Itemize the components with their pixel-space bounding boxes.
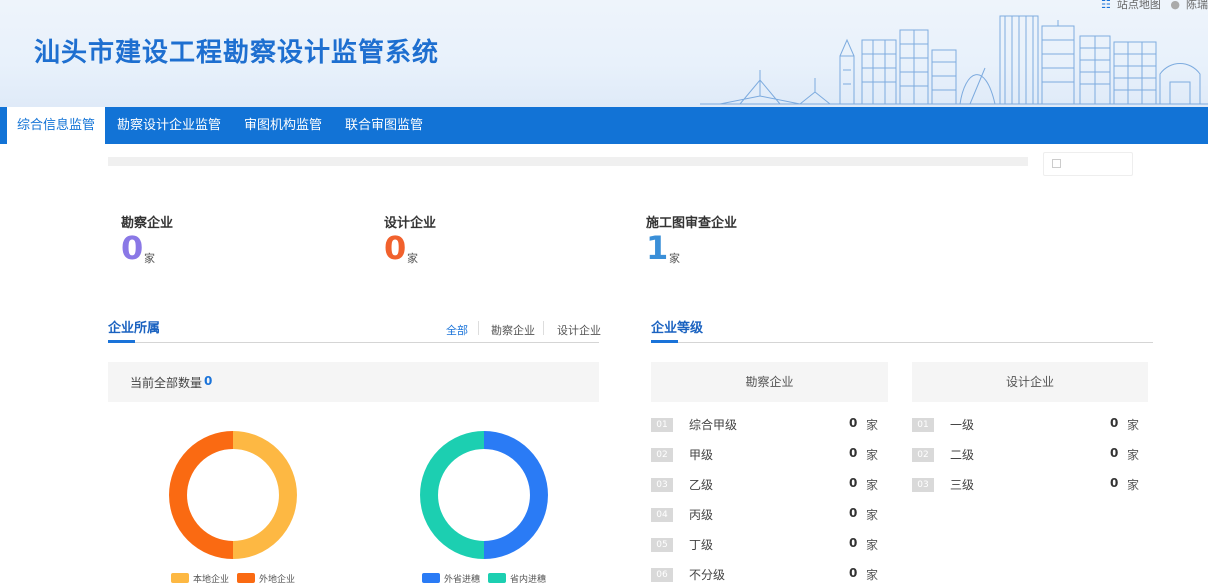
stat-design-value: 0 — [384, 229, 407, 267]
grade-index-badge: 05 — [651, 538, 673, 552]
grade-unit: 家 — [1127, 478, 1140, 492]
stat-review-value: 1 — [646, 229, 669, 267]
grade-index-badge: 02 — [651, 448, 673, 462]
stat-survey-value: 0 — [121, 229, 144, 267]
calendar-icon — [1052, 159, 1061, 168]
filter-all[interactable]: 全部 — [446, 322, 468, 338]
affiliation-title: 企业所属 — [108, 321, 161, 336]
grade-count: 0 — [849, 536, 858, 550]
nav-item-review-agency[interactable]: 审图机构监管 — [244, 107, 322, 144]
grade-unit: 家 — [866, 508, 879, 522]
legend-swatch-in-province — [488, 573, 506, 583]
header-banner: 汕头市建设工程勘察设计监管系统 ☷ 站点地图 ● 陈瑞 — [0, 0, 1208, 107]
grade-unit: 家 — [1127, 418, 1140, 432]
legend-label-local: 本地企业 — [193, 575, 230, 585]
grade-name: 三级 — [950, 478, 975, 492]
grade-count: 0 — [1110, 416, 1119, 430]
affiliation-divider — [108, 342, 599, 343]
grades-accent — [651, 340, 678, 343]
main-nav: 综合信息监管 勘察设计企业监管 审图机构监管 联合审图监管 — [0, 107, 1208, 144]
donut-slice-1-0[interactable] — [483, 431, 548, 559]
grade-name: 丙级 — [689, 508, 714, 522]
grade-unit: 家 — [1127, 448, 1140, 462]
grade-name: 甲级 — [689, 448, 714, 462]
filter-bar — [108, 157, 1028, 166]
grades-divider — [651, 342, 1153, 343]
grades-title: 企业等级 — [651, 321, 704, 336]
site-title: 汕头市建设工程勘察设计监管系统 — [34, 38, 440, 68]
grade-row: 03 乙级 0 家 — [651, 476, 891, 496]
legend-label-external: 外地企业 — [259, 575, 296, 585]
nav-item-joint-review[interactable]: 联合审图监管 — [345, 107, 423, 144]
filter-survey[interactable]: 勘察企业 — [491, 322, 535, 338]
nav-item-overview[interactable]: 综合信息监管 — [7, 107, 105, 144]
nav-item-enterprise[interactable]: 勘察设计企业监管 — [117, 107, 221, 144]
filter-separator — [478, 321, 479, 335]
total-count-box: 当前全部数量 0 — [108, 362, 599, 402]
grade-name: 综合甲级 — [689, 418, 738, 432]
donut-slice-1-1[interactable] — [420, 431, 485, 559]
grade-name: 不分级 — [689, 568, 726, 582]
grade-count: 0 — [849, 506, 858, 520]
grade-count: 0 — [849, 416, 858, 430]
grade-unit: 家 — [866, 478, 879, 492]
grade-index-badge: 02 — [912, 448, 934, 462]
grade-unit: 家 — [866, 448, 879, 462]
grade-index-badge: 01 — [651, 418, 673, 432]
donut-slice-0-0[interactable] — [232, 431, 297, 559]
grade-row: 05 丁级 0 家 — [651, 536, 891, 556]
grade-unit: 家 — [866, 538, 879, 552]
grade-count: 0 — [849, 476, 858, 490]
grade-index-badge: 03 — [912, 478, 934, 492]
donut-slice-0-1[interactable] — [169, 431, 234, 559]
inbound-origin-donut — [420, 431, 548, 559]
grade-row: 01 综合甲级 0 家 — [651, 416, 891, 436]
grade-index-badge: 06 — [651, 568, 673, 582]
legend-label-other-province: 外省进穗 — [444, 575, 481, 585]
grade-count: 0 — [849, 566, 858, 580]
total-count-label: 当前全部数量 — [130, 376, 203, 390]
stat-review-unit: 家 — [669, 252, 680, 265]
grade-count: 0 — [1110, 446, 1119, 460]
grade-row: 06 不分级 0 家 — [651, 566, 891, 586]
grade-row: 03 三级 0 家 — [912, 476, 1152, 496]
grade-row: 04 丙级 0 家 — [651, 506, 891, 526]
affiliation-accent — [108, 340, 135, 343]
local-vs-external-donut — [169, 431, 297, 559]
survey-grade-heading: 勘察企业 — [651, 362, 888, 402]
grade-count: 0 — [849, 446, 858, 460]
grade-row: 02 甲级 0 家 — [651, 446, 891, 466]
legend-swatch-external — [237, 573, 255, 583]
grade-name: 乙级 — [689, 478, 714, 492]
filter-separator — [543, 321, 544, 335]
grade-unit: 家 — [866, 418, 879, 432]
legend-swatch-other-province — [422, 573, 440, 583]
design-grade-heading: 设计企业 — [912, 362, 1148, 402]
stat-design-unit: 家 — [407, 252, 418, 265]
date-picker[interactable] — [1043, 152, 1133, 176]
grade-unit: 家 — [866, 568, 879, 582]
legend-swatch-local — [171, 573, 189, 583]
city-skyline-image — [700, 15, 1208, 105]
grade-count: 0 — [1110, 476, 1119, 490]
grade-name: 二级 — [950, 448, 975, 462]
grade-index-badge: 04 — [651, 508, 673, 522]
total-count-value: 0 — [204, 374, 213, 388]
grade-index-badge: 03 — [651, 478, 673, 492]
grade-row: 01 一级 0 家 — [912, 416, 1152, 436]
grade-name: 一级 — [950, 418, 975, 432]
grade-name: 丁级 — [689, 538, 714, 552]
grade-row: 02 二级 0 家 — [912, 446, 1152, 466]
legend-label-in-province: 省内进穗 — [510, 575, 547, 585]
filter-design[interactable]: 设计企业 — [557, 322, 601, 338]
grade-index-badge: 01 — [912, 418, 934, 432]
stat-survey-unit: 家 — [144, 252, 155, 265]
